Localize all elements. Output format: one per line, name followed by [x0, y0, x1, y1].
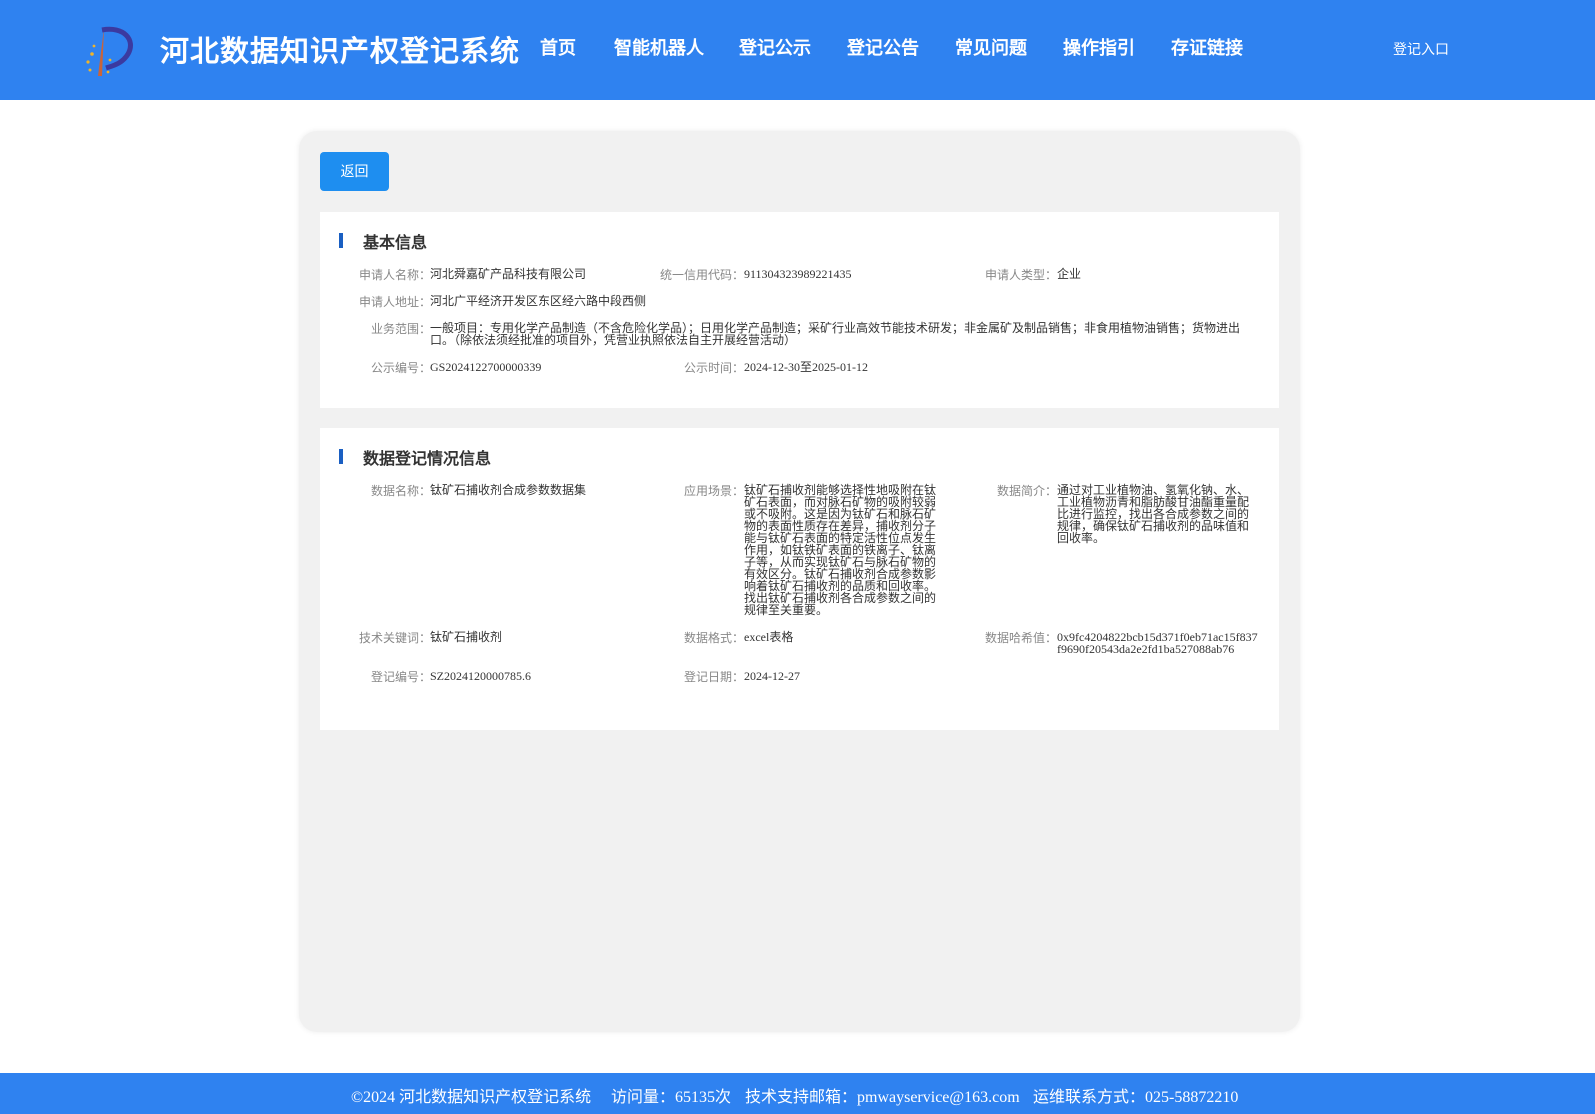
site-title: 河北数据知识产权登记系统 [160, 36, 521, 68]
notice-no-value: GS2024122700000339 [430, 360, 542, 374]
applicant-type-label: 申请人类型： [984, 268, 1057, 282]
reg-no-value: SZ2024120000785.6 [430, 669, 532, 683]
top-header: 河北数据知识产权登记系统 首页 智能机器人 登记公示 登记公告 常见问题 操作指… [0, 0, 1595, 100]
footer-support-email: 技术支持邮箱：pmwayservice@163.com [745, 1089, 1020, 1106]
notice-time-value: 2024-12-30至2025-01-12 [744, 360, 868, 374]
basic-info-panel: 基本信息 申请人名称： 河北舜嘉矿产品科技有限公司 统一信用代码： 911304… [320, 212, 1279, 408]
applicant-name-value: 河北舜嘉矿产品科技有限公司 [430, 267, 587, 281]
format-label: 数据格式： [683, 631, 744, 645]
data-name-value: 钛矿石捕收剂合成参数数据集 [430, 483, 587, 497]
reg-date-value: 2024-12-27 [744, 669, 800, 683]
nav-robot[interactable]: 智能机器人 [614, 34, 704, 60]
notice-no-label: 公示编号： [370, 361, 431, 375]
applicant-name-label: 申请人名称： [358, 268, 431, 282]
data-name-label: 数据名称： [370, 484, 431, 498]
business-scope-label: 业务范围： [370, 322, 431, 336]
applicant-type-value: 企业 [1057, 267, 1082, 281]
nav-evidence-link[interactable]: 存证链接 [1171, 34, 1243, 60]
credit-code-label: 统一信用代码： [659, 268, 744, 282]
keywords-label: 技术关键词： [358, 631, 431, 645]
notice-time-label: 公示时间： [683, 361, 744, 375]
summary-label: 数据简介： [996, 484, 1057, 498]
scenario-value: 钛矿石捕收剂能够选择性地吸附在钛矿石表面，而对脉石矿物的吸附较弱或不吸附。这是因… [744, 483, 937, 617]
nav-home[interactable]: 首页 [540, 34, 576, 60]
summary-value: 通过对工业植物油、氢氧化钠、水、工业植物沥青和脂肪酸甘油酯重量配比进行监控，找出… [1057, 483, 1250, 545]
data-info-panel: 数据登记情况信息 数据名称： 钛矿石捕收剂合成参数数据集 应用场景： 钛矿石捕收… [320, 428, 1279, 730]
reg-date-label: 登记日期： [683, 670, 744, 684]
footer-copyright: ©2024 河北数据知识产权登记系统 [351, 1089, 592, 1106]
section-title-basic: 基本信息 [363, 235, 428, 252]
detail-card: 返回 基本信息 申请人名称： 河北舜嘉矿产品科技有限公司 统一信用代码： 911… [299, 131, 1300, 1032]
site-logo-icon [86, 26, 133, 76]
nav-announcement[interactable]: 登记公告 [847, 34, 919, 60]
section-marker [339, 233, 343, 248]
section-marker [339, 449, 343, 464]
footer-contact: 运维联系方式：025-58872210 [1033, 1089, 1239, 1106]
nav-faq[interactable]: 常见问题 [955, 34, 1027, 60]
hash-value: 0x9fc4204822bcb15d371f0eb71ac15f837f9690… [1057, 630, 1258, 656]
back-button[interactable]: 返回 [320, 152, 389, 191]
format-value: excel表格 [744, 630, 794, 644]
footer-visits: 访问量：65135次 [611, 1089, 732, 1106]
page-footer: ©2024 河北数据知识产权登记系统 访问量：65135次 技术支持邮箱：pmw… [0, 1073, 1595, 1114]
keywords-value: 钛矿石捕收剂 [430, 630, 503, 644]
address-value: 河北广平经济开发区东区经六路中段西侧 [430, 294, 647, 308]
scenario-label: 应用场景： [683, 484, 744, 498]
credit-code-value: 911304323989221435 [744, 267, 852, 281]
nav-publicity[interactable]: 登记公示 [739, 34, 811, 60]
nav-guide[interactable]: 操作指引 [1063, 34, 1135, 60]
reg-no-label: 登记编号： [370, 670, 431, 684]
hash-label: 数据哈希值： [984, 631, 1057, 645]
section-title-data: 数据登记情况信息 [363, 451, 492, 468]
address-label: 申请人地址： [358, 295, 431, 309]
login-link[interactable]: 登记入口 [1393, 39, 1449, 59]
business-scope-value: 一般项目：专用化学产品制造（不含危险化学品）；日用化学产品制造；采矿行业高效节能… [430, 321, 1241, 347]
